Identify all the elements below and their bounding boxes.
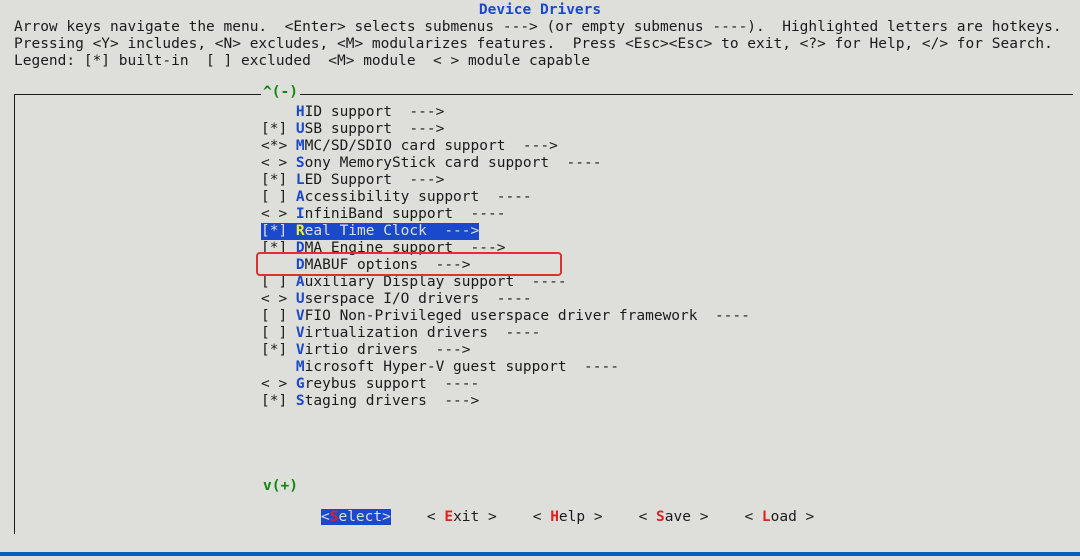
menu-item[interactable]: < > Greybus support ---- <box>261 376 750 393</box>
menu-item[interactable]: DMABUF options ---> <box>261 257 750 274</box>
menu-item[interactable]: [*] Real Time Clock ---> <box>261 223 750 240</box>
menu-item[interactable]: [ ] VFIO Non-Privileged userspace driver… <box>261 308 750 325</box>
menu-item[interactable]: [ ] Virtualization drivers ---- <box>261 325 750 342</box>
scroll-down-indicator: v(+) <box>261 478 300 495</box>
page-title: Device Drivers <box>0 2 1080 19</box>
menu-item[interactable]: <*> MMC/SD/SDIO card support ---> <box>261 138 750 155</box>
action-button[interactable]: < Load > <box>744 509 814 525</box>
menu-item[interactable]: < > InfiniBand support ---- <box>261 206 750 223</box>
action-button[interactable]: <Select> <box>321 509 391 525</box>
menu-item[interactable]: Microsoft Hyper-V guest support ---- <box>261 359 750 376</box>
menu-item[interactable]: [ ] Accessibility support ---- <box>261 189 750 206</box>
button-bar: <Select> < Exit > < Help > < Save > < Load > <box>321 509 814 526</box>
action-button[interactable]: < Help > <box>533 509 603 525</box>
menu-item[interactable]: [*] LED Support ---> <box>261 172 750 189</box>
scroll-up-indicator: ^(-) <box>261 84 300 101</box>
action-button[interactable]: < Save > <box>639 509 709 525</box>
menu-item[interactable]: [*] DMA Engine support ---> <box>261 240 750 257</box>
menu-item[interactable]: [ ] Auxiliary Display support ---- <box>261 274 750 291</box>
menu-item[interactable]: [*] Virtio drivers ---> <box>261 342 750 359</box>
menu-item[interactable]: [*] Staging drivers ---> <box>261 393 750 410</box>
menu-item[interactable]: < > Userspace I/O drivers ---- <box>261 291 750 308</box>
action-button[interactable]: < Exit > <box>427 509 497 525</box>
help-text: Arrow keys navigate the menu. <Enter> se… <box>14 19 1062 70</box>
menu-list: HID support --->[*] USB support ---><*> … <box>261 104 750 410</box>
menu-item[interactable]: HID support ---> <box>261 104 750 121</box>
menu-item[interactable]: < > Sony MemoryStick card support ---- <box>261 155 750 172</box>
menu-item[interactable]: [*] USB support ---> <box>261 121 750 138</box>
